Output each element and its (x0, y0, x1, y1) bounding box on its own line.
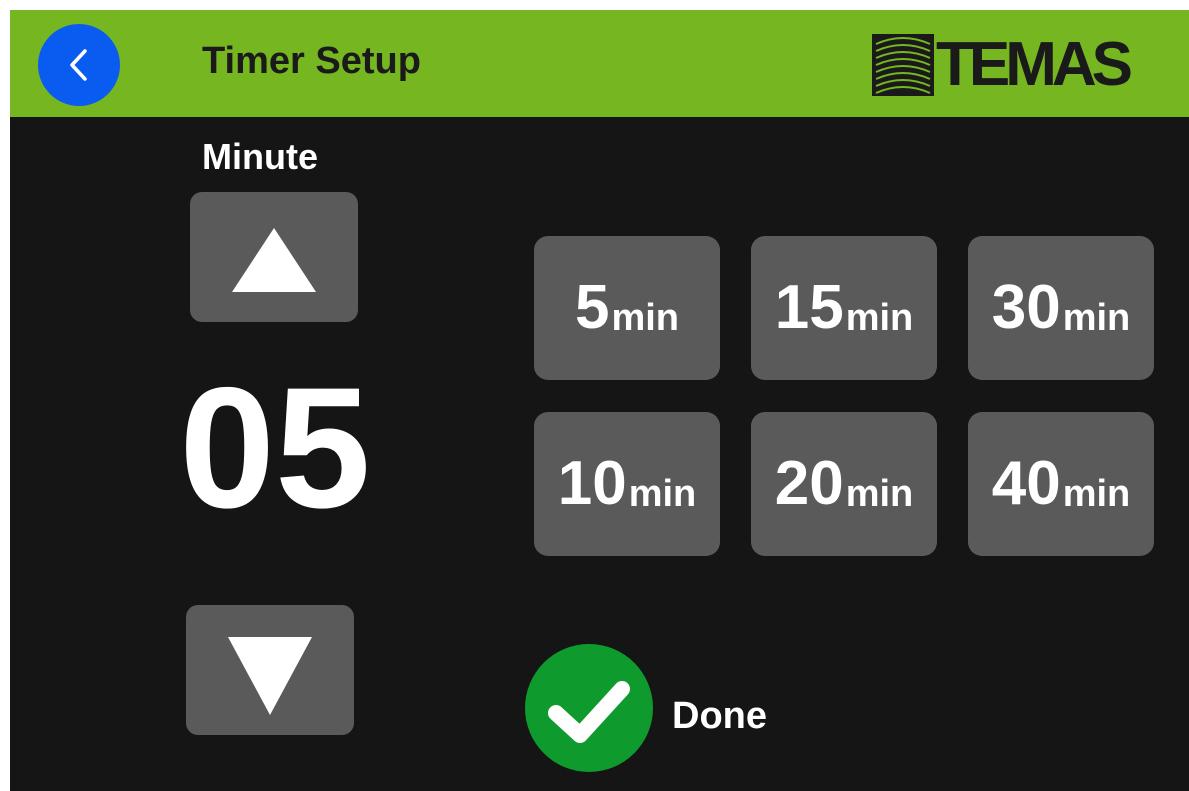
preset-value: 10 (557, 449, 627, 518)
preset-unit: min (845, 297, 914, 339)
preset-unit: min (628, 473, 697, 515)
timer-setup-screen: Timer Setup TEMAS Minute 05 5 min 15 min… (10, 10, 1189, 791)
preset-40min-button[interactable]: 40 min (968, 412, 1154, 556)
back-button[interactable] (38, 24, 120, 106)
triangle-down-icon (228, 637, 312, 715)
logo-text: TEMAS (936, 30, 1133, 99)
minute-down-button[interactable] (186, 605, 354, 735)
minute-value: 05 (179, 352, 371, 544)
preset-value: 40 (991, 449, 1061, 518)
temas-logo: TEMAS (872, 30, 1133, 99)
preset-30min-button[interactable]: 30 min (968, 236, 1154, 380)
preset-unit: min (845, 473, 914, 515)
preset-value: 15 (774, 273, 844, 342)
preset-unit: min (1062, 297, 1131, 339)
header-bar: Timer Setup TEMAS (10, 10, 1189, 117)
preset-unit: min (1062, 473, 1131, 515)
preset-5min-button[interactable]: 5 min (534, 236, 720, 380)
preset-unit: min (611, 297, 680, 339)
done-button[interactable]: Done (524, 643, 767, 773)
preset-20min-button[interactable]: 20 min (751, 412, 937, 556)
triangle-up-icon (232, 228, 316, 292)
preset-value: 20 (774, 449, 844, 518)
preset-10min-button[interactable]: 10 min (534, 412, 720, 556)
fingerprint-icon (872, 34, 934, 96)
done-label: Done (672, 694, 767, 737)
preset-15min-button[interactable]: 15 min (751, 236, 937, 380)
minute-label: Minute (202, 136, 318, 177)
checkmark-icon (525, 644, 653, 772)
page-title: Timer Setup (202, 40, 421, 82)
chevron-left-icon (70, 49, 87, 81)
preset-value: 30 (991, 273, 1061, 342)
minute-up-button[interactable] (190, 192, 358, 322)
preset-value: 5 (574, 273, 610, 342)
